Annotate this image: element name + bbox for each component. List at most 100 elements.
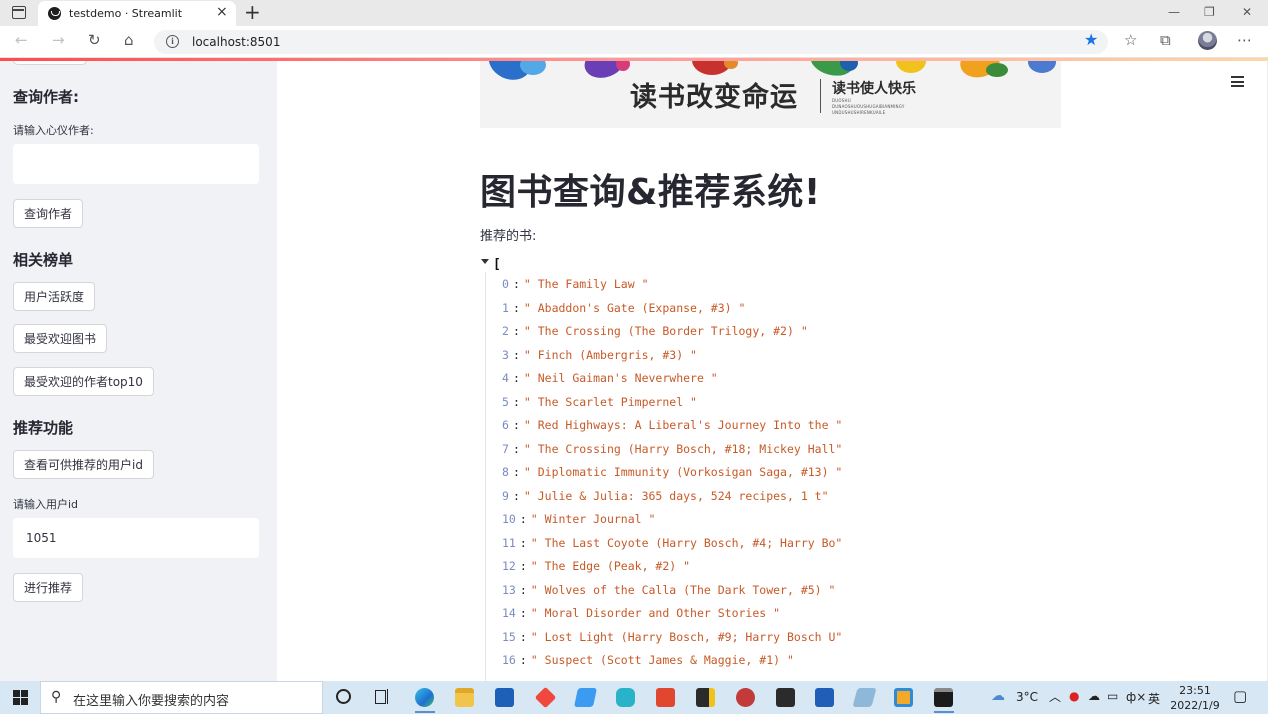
back-icon[interactable]: ← [15, 33, 28, 48]
favorites-icon[interactable]: ☆ [1124, 33, 1137, 48]
json-item-colon: : [519, 535, 527, 550]
app-teal-icon[interactable] [616, 688, 635, 707]
json-list-item: 16: " Suspect (Scott James & Maggie, #1) … [502, 650, 794, 670]
address-bar[interactable]: i localhost:8501 ★ [154, 30, 1108, 54]
show-user-ids-button[interactable]: 查看可供推荐的用户id [13, 450, 154, 479]
clock-date: 2022/1/9 [1170, 699, 1220, 712]
main-content: 读书改变命运 读书使人快乐 DUOSHU DUNAOSHUOUSHUGAIBIA… [277, 61, 1268, 681]
popular-books-button[interactable]: 最受欢迎图书 [13, 324, 108, 353]
json-item-value: " Wolves of the Calla (The Dark Tower, #… [530, 582, 836, 597]
json-item-index: 7 [502, 441, 509, 456]
cortana-icon[interactable] [336, 689, 351, 704]
json-item-colon: : [512, 324, 520, 338]
weather-icon[interactable]: ☁ [991, 688, 1005, 704]
streamlit-favicon-icon [48, 7, 61, 20]
cloud-icon[interactable]: ☁ [1088, 689, 1100, 703]
app-orange-icon[interactable] [894, 688, 913, 707]
json-item-index: 16 [502, 653, 516, 667]
recommend-section-title: 推荐功能 [13, 419, 74, 437]
banner-pinyin: DUOSHU [832, 98, 851, 103]
search-icon: ⚲ [51, 689, 62, 705]
site-info-icon[interactable]: i [166, 35, 179, 48]
collapse-toggle-icon[interactable] [481, 259, 489, 264]
json-list-item: 10: " Winter Journal " [502, 509, 655, 529]
json-list-item: 9: " Julie & Julia: 365 days, 524 recipes… [502, 486, 829, 506]
json-item-colon: : [512, 418, 520, 432]
word-icon[interactable] [815, 688, 834, 707]
search-author-button[interactable]: 查询作者 [13, 199, 84, 228]
store-icon[interactable] [495, 688, 514, 707]
browser-tab[interactable]: testdemo · Streamlit × [38, 1, 236, 26]
json-item-value: " Abaddon's Gate (Expanse, #3) " [523, 300, 746, 315]
taskbar-search-box[interactable]: ⚲ 在这里输入你要搜索的内容 [40, 681, 323, 714]
json-item-colon: : [519, 512, 527, 526]
ime-language[interactable]: 英 [1148, 690, 1160, 707]
author-input[interactable] [13, 144, 259, 184]
json-item-colon: : [512, 371, 520, 385]
restore-icon[interactable]: ❐ [1204, 5, 1215, 19]
json-item-value: " Diplomatic Immunity (Vorkosigan Saga, … [523, 465, 843, 479]
json-item-colon: : [512, 277, 520, 291]
json-list-item: 6: " Red Highways: A Liberal's Journey In… [502, 415, 842, 435]
json-item-value: " Suspect (Scott James & Maggie, #1) " [530, 653, 794, 667]
sidebar-top-button[interactable] [13, 61, 87, 65]
user-activity-button[interactable]: 用户活跃度 [13, 282, 96, 311]
json-item-index: 12 [502, 559, 516, 573]
new-tab-icon[interactable]: + [244, 2, 261, 22]
home-icon[interactable]: ⌂ [124, 33, 134, 48]
json-item-index: 4 [502, 371, 509, 385]
json-list-item: 0: " The Family Law " [502, 274, 649, 294]
profile-avatar[interactable] [1198, 31, 1217, 50]
volume-icon[interactable]: ф× [1126, 690, 1146, 704]
recommend-button[interactable]: 进行推荐 [13, 573, 84, 602]
taskbar-clock[interactable]: 23:51 2022/1/9 [1166, 683, 1224, 713]
more-menu-icon[interactable]: ⋯ [1237, 33, 1252, 48]
office-icon[interactable] [656, 688, 675, 707]
json-list-item: 11: " The Last Coyote (Harry Bosch, #4; H… [502, 533, 842, 553]
hamburger-menu-icon[interactable] [1231, 76, 1244, 87]
forward-icon[interactable]: → [52, 33, 65, 48]
tab-close-icon[interactable]: × [216, 5, 228, 19]
banner-splash [724, 61, 738, 69]
temperature[interactable]: 3°C [1016, 690, 1038, 704]
sticky-notes-icon[interactable] [696, 688, 715, 707]
json-item-colon: : [519, 629, 527, 644]
battery-icon[interactable]: ▭ [1107, 689, 1118, 703]
favorite-star-icon[interactable]: ★ [1084, 32, 1098, 48]
json-list-item: 7: " The Crossing (Harry Bosch, #18; Mick… [502, 439, 842, 459]
app-blue-icon[interactable] [573, 688, 598, 707]
json-item-value: " The Edge (Peak, #2) " [530, 559, 691, 573]
edge-browser-icon[interactable] [415, 688, 434, 707]
app-light-icon[interactable] [852, 688, 877, 707]
banner-divider [820, 79, 821, 113]
app-red-diamond-icon[interactable] [534, 686, 557, 709]
refresh-icon[interactable]: ↻ [88, 33, 101, 48]
app-gear-icon[interactable] [736, 688, 755, 707]
tab-actions-icon[interactable] [12, 6, 26, 19]
window-close-icon[interactable]: ✕ [1242, 5, 1252, 19]
notification-icon[interactable]: ▢ [1233, 687, 1247, 705]
terminal-icon[interactable] [934, 688, 953, 707]
tray-arrow-icon[interactable]: ︿ [1049, 688, 1061, 705]
json-item-value: " Neil Gaiman's Neverwhere " [523, 371, 718, 385]
json-open-bracket: [ [493, 257, 501, 272]
author-section-title: 查询作者: [13, 88, 79, 106]
top-authors-button[interactable]: 最受欢迎的作者top10 [13, 367, 154, 396]
json-item-index: 8 [502, 465, 509, 479]
json-list-item: 3: " Finch (Ambergris, #3) " [502, 345, 697, 365]
file-explorer-icon[interactable] [455, 688, 474, 707]
taskbar: ⚲ 在这里输入你要搜索的内容 ☁ 3°C ︿ ● ☁ ▭ ф× 英 23:51 … [0, 681, 1268, 714]
wps-icon[interactable] [776, 688, 795, 707]
windows-start-icon[interactable] [13, 690, 28, 705]
collections-icon[interactable]: ⧉ [1160, 33, 1171, 48]
banner-sub-text: 读书使人快乐 [832, 81, 916, 97]
task-view-icon[interactable] [375, 689, 390, 704]
json-item-index: 11 [502, 535, 516, 550]
clock-time: 23:51 [1179, 684, 1211, 697]
json-list-item: 13: " Wolves of the Calla (The Dark Tower… [502, 580, 835, 600]
url-text[interactable]: localhost:8501 [192, 35, 280, 49]
minimize-icon[interactable]: — [1168, 5, 1180, 19]
banner-splash [1028, 61, 1056, 73]
user-id-input[interactable] [13, 518, 259, 558]
qq-icon[interactable]: ● [1069, 689, 1079, 703]
